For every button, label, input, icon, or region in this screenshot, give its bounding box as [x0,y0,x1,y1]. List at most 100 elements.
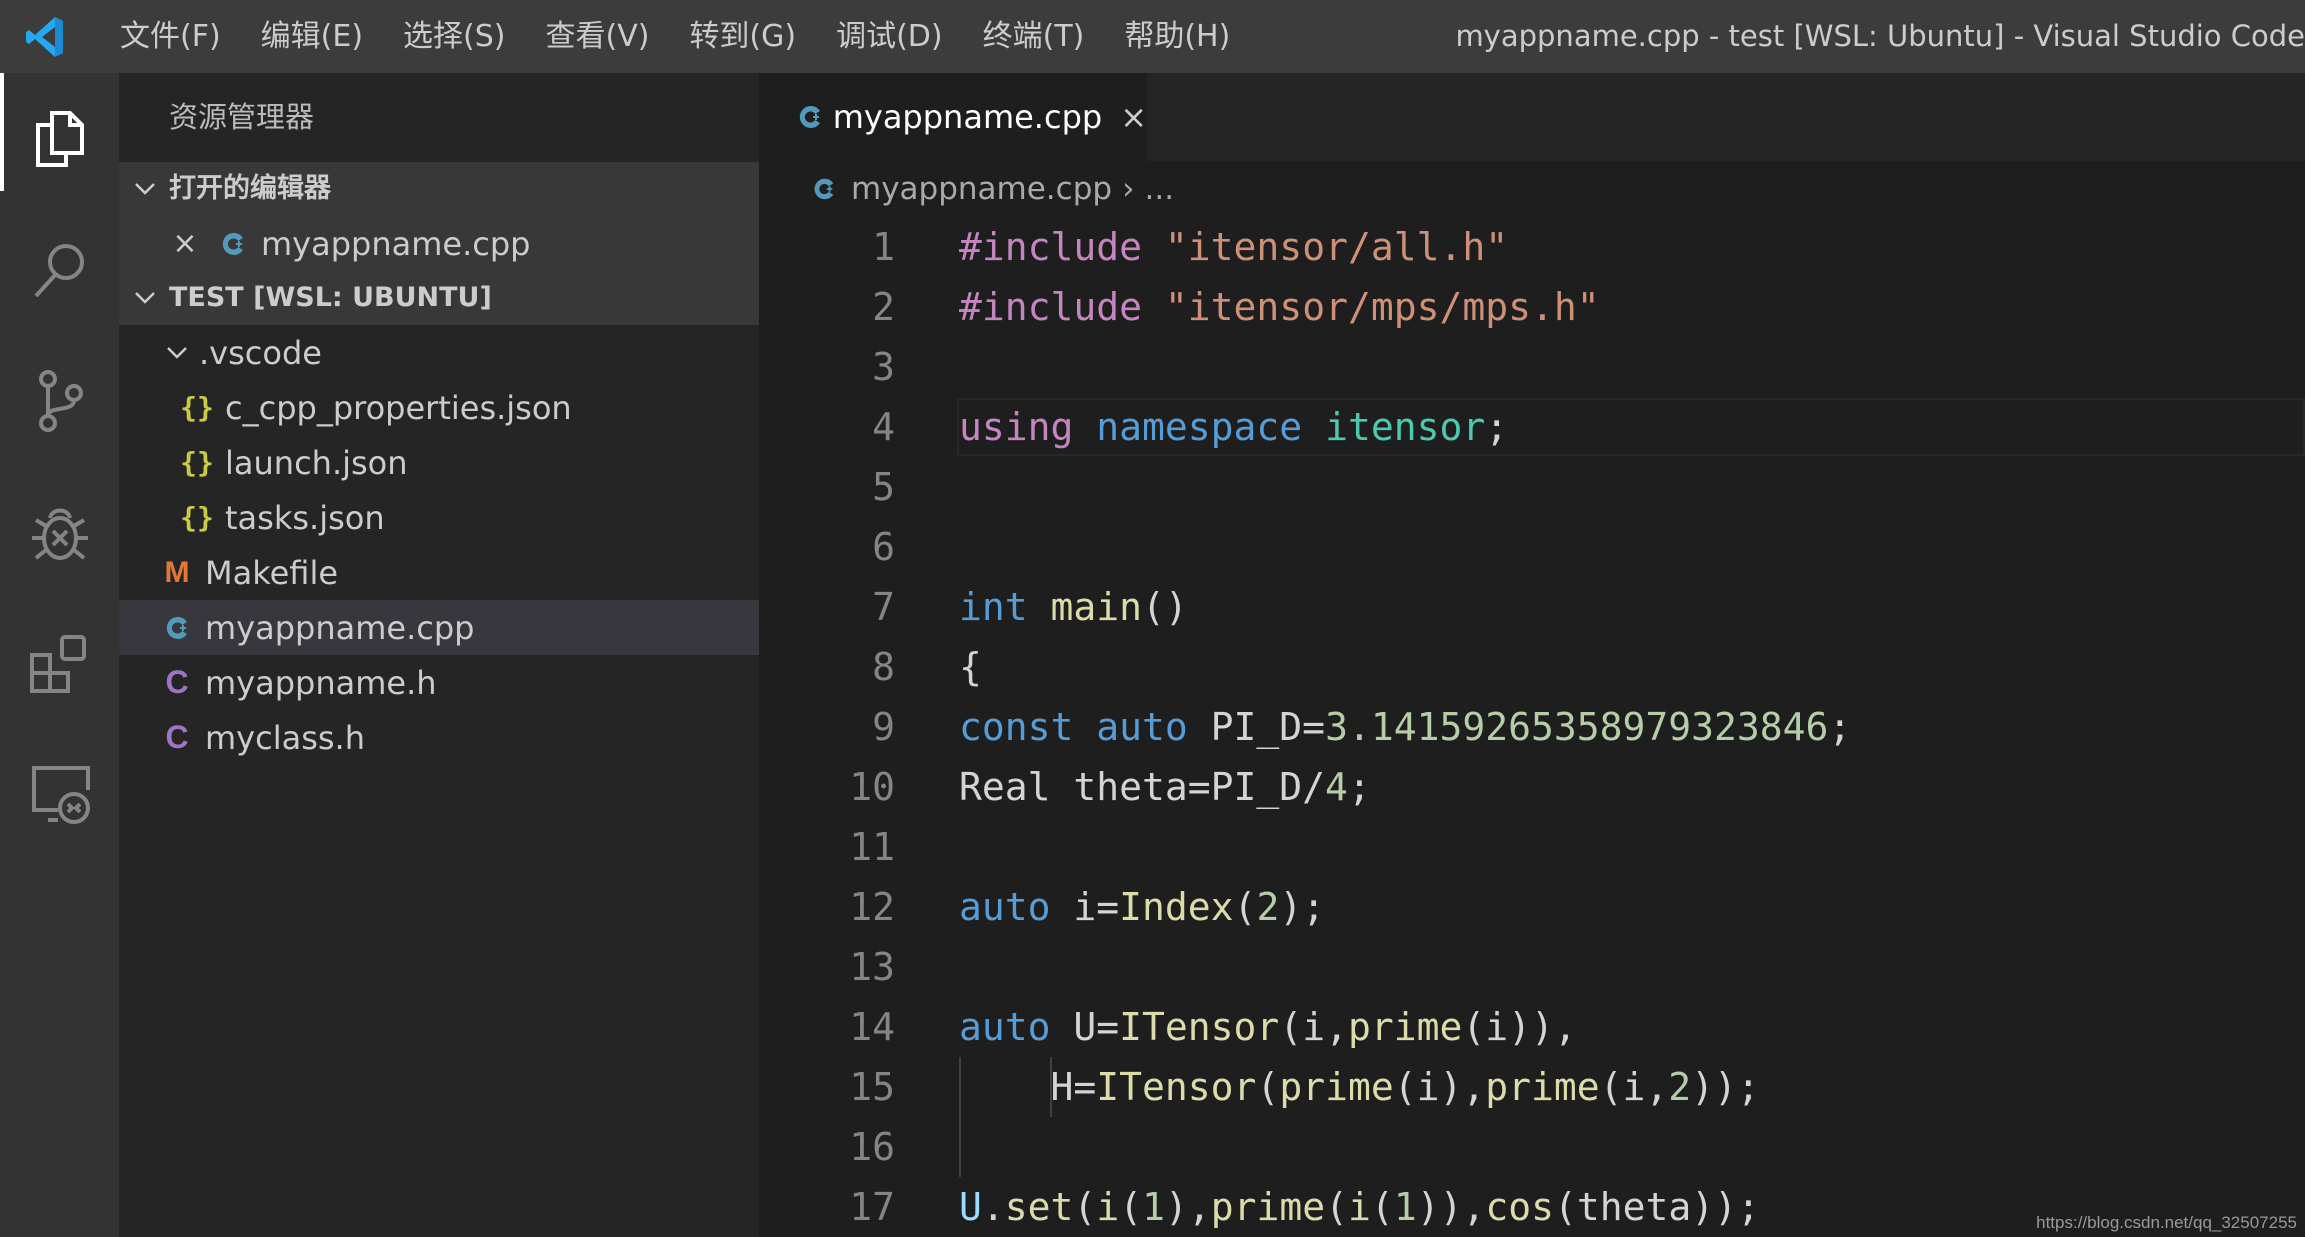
line-number: 11 [849,825,895,869]
c-header-file-icon: C [165,664,189,700]
activity-source-control[interactable] [0,335,119,466]
explorer-icon [32,109,88,169]
line-text: using namespace itensor; [959,405,1508,449]
code-line[interactable]: 15 H=ITensor(prime(i),prime(i,2)); [759,1057,2305,1117]
code-line[interactable]: 2 #include "itensor/mps/mps.h" [759,277,2305,337]
breadcrumb-file[interactable]: myappname.cpp [851,171,1112,207]
json-file-icon: {} [180,501,214,534]
code-token: auto [959,885,1051,929]
close-icon[interactable]: × [167,226,203,261]
open-editor-item[interactable]: × myappname.cpp [119,216,759,271]
code-token: (i, [1279,1005,1348,1049]
activity-remote-explorer[interactable] [0,728,119,859]
tab-bar: myappname.cpp × [759,73,2305,161]
menu-selection[interactable]: 选择(S) [383,0,525,73]
activity-extensions[interactable] [0,597,119,728]
menu-edit[interactable]: 编辑(E) [241,0,383,73]
tree-item[interactable]: M Makefile [119,545,759,600]
tree-item-label: c_cpp_properties.json [225,388,572,427]
breadcrumb: myappname.cpp › ... [759,161,2305,217]
cpp-file-icon [809,176,839,202]
code-token: prime [1210,1185,1326,1229]
tree-item[interactable]: {} c_cpp_properties.json [119,380,759,435]
chevron-down-icon [127,290,163,306]
cpp-file-icon [795,103,825,131]
line-text: { [959,645,982,689]
tree-folder-vscode[interactable]: .vscode [119,325,759,380]
code-line[interactable]: 4 using namespace itensor; [759,397,2305,457]
open-editors-header[interactable]: 打开的编辑器 [119,162,759,216]
makefile-icon: M [164,555,190,589]
code-token: prime [1347,1005,1463,1049]
code-editor[interactable]: 1 #include "itensor/all.h" 2 #include "iten… [759,217,2305,1237]
c-header-file-icon: C [165,719,189,755]
menu-view[interactable]: 查看(V) [526,0,670,73]
activity-debug[interactable] [0,466,119,597]
code-line[interactable]: 7 int main() [759,577,2305,637]
code-token: i [1348,1185,1371,1229]
code-token: ; [1347,765,1371,809]
code-token: . [981,1185,1005,1229]
title-bar: 文件(F) 编辑(E) 选择(S) 查看(V) 转到(G) 调试(D) 终端(T… [0,0,2305,73]
line-text: H=ITensor(prime(i),prime(i,2)); [959,1065,1760,1109]
activity-search[interactable] [0,204,119,335]
code-token: )); [1691,1065,1760,1109]
editor-area: myappname.cpp × myappname.cpp › ... 1 #in… [759,73,2305,1237]
tree-item[interactable]: {} launch.json [119,435,759,490]
code-line[interactable]: 5 [759,457,2305,517]
menu-help[interactable]: 帮助(H) [1104,0,1250,73]
code-token: itensor [1325,405,1486,449]
code-token: ITensor [1096,1065,1257,1109]
menu-terminal[interactable]: 终端(T) [963,0,1105,73]
code-line[interactable]: 9 const auto PI_D=3.14159265358979323846; [759,697,2305,757]
code-token: U [959,1185,982,1229]
cpp-file-icon [157,614,197,642]
tree-item[interactable]: {} tasks.json [119,490,759,545]
code-line[interactable]: 6 [759,517,2305,577]
menu-debug[interactable]: 调试(D) [816,0,963,73]
code-token: prime [1279,1065,1394,1109]
tree-item-selected[interactable]: myappname.cpp [119,600,759,655]
line-text: #include "itensor/mps/mps.h" [959,285,1600,329]
activity-explorer[interactable] [0,73,119,204]
code-token: namespace [1096,405,1303,449]
code-token: const [959,705,1074,749]
tab-myappname-cpp[interactable]: myappname.cpp × [759,73,1147,161]
open-editor-name: myappname.cpp [261,224,531,263]
line-number: 17 [849,1185,895,1229]
breadcrumb-more[interactable]: ... [1144,171,1174,207]
tree-item[interactable]: C myclass.h [119,710,759,765]
line-text: const auto PI_D=3.14159265358979323846; [959,705,1851,749]
code-line[interactable]: 16 [759,1117,2305,1177]
menu-go[interactable]: 转到(G) [669,0,816,73]
code-line[interactable]: 13 [759,937,2305,997]
code-line[interactable]: 10 Real theta=PI_D/4; [759,757,2305,817]
code-token: { [959,645,982,689]
watermark: https://blog.csdn.net/qq_32507255 [2036,1213,2297,1232]
code-line[interactable]: 11 [759,817,2305,877]
code-token: 4 [1325,765,1348,809]
code-line[interactable]: 8{ [759,637,2305,697]
tree-item-label: .vscode [199,333,322,372]
code-line[interactable]: 1 #include "itensor/all.h" [759,217,2305,277]
code-token: (i, [1599,1065,1669,1109]
code-token: () [1142,585,1188,629]
tree-item[interactable]: C myappname.h [119,655,759,710]
line-text: U.set(i(1),prime(i(1)),cos(theta)); [959,1185,1760,1229]
line-number: 6 [872,525,895,569]
line-text: #include "itensor/all.h" [959,225,1508,269]
tree-item-label: launch.json [225,443,408,482]
line-number: 3 [872,345,895,389]
line-number: 8 [872,645,895,689]
code-token: )), [1416,1185,1486,1229]
code-line[interactable]: 12 auto i=Index(2); [759,877,2305,937]
menu-file[interactable]: 文件(F) [100,0,241,73]
code-token: "itensor/all.h" [1164,225,1509,269]
code-line[interactable]: 14 auto U=ITensor(i,prime(i)), [759,997,2305,1057]
workspace-header[interactable]: TEST [WSL: UBUNTU] [119,271,759,325]
code-token: 2 [1668,1065,1692,1109]
tab-close-icon[interactable]: × [1120,98,1147,136]
code-line[interactable]: 3 [759,337,2305,397]
